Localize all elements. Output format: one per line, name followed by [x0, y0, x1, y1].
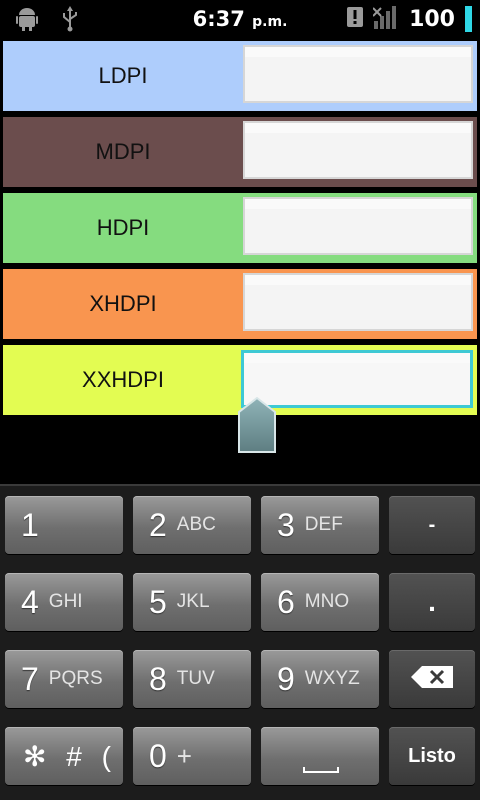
text-field[interactable]	[243, 197, 473, 255]
key-8[interactable]: 8 TUV	[133, 650, 251, 708]
row-hdpi: HDPI	[3, 193, 477, 263]
key-6[interactable]: 6 MNO	[261, 573, 379, 631]
text-cursor-handle[interactable]	[237, 396, 277, 453]
backspace-icon	[410, 665, 454, 694]
row-mdpi: MDPI	[3, 117, 477, 187]
key-1[interactable]: 1	[5, 496, 123, 554]
row-xhdpi: XHDPI	[3, 269, 477, 339]
key-2[interactable]: 2 ABC	[133, 496, 251, 554]
delete-key[interactable]	[389, 650, 475, 708]
battery-level: 100	[409, 6, 455, 32]
done-key[interactable]: Listo	[389, 727, 475, 785]
row-label: XHDPI	[89, 291, 157, 316]
row-label: XXHDPI	[82, 367, 164, 392]
key-3[interactable]: 3 DEF	[261, 496, 379, 554]
row-label: HDPI	[96, 215, 150, 240]
battery-icon	[465, 6, 472, 32]
minus-key[interactable]: -	[389, 496, 475, 554]
text-field[interactable]	[243, 45, 473, 103]
row-label: LDPI	[98, 63, 148, 88]
status-bar: 6:37 p.m. 100	[0, 0, 480, 38]
alert-icon	[347, 7, 364, 31]
key-9[interactable]: 9 WXYZ	[261, 650, 379, 708]
space-key[interactable]	[261, 727, 379, 785]
numeric-keyboard: 1 2 ABC 3 DEF - 4 GHI 5 JKL 6 MNO . 7 PQRS 8 TU…	[0, 484, 480, 800]
text-field[interactable]	[243, 121, 473, 179]
row-label: MDPI	[95, 139, 151, 164]
key-7[interactable]: 7 PQRS	[5, 650, 123, 708]
key-0[interactable]: 0 +	[133, 727, 251, 785]
key-5[interactable]: 5 JKL	[133, 573, 251, 631]
dot-key[interactable]: .	[389, 573, 475, 631]
space-icon	[303, 767, 339, 773]
signal-icon	[372, 5, 399, 33]
key-4[interactable]: 4 GHI	[5, 573, 123, 631]
row-ldpi: LDPI	[3, 41, 477, 111]
text-field[interactable]	[243, 273, 473, 331]
symbols-key[interactable]: ✻ # (	[5, 727, 123, 785]
